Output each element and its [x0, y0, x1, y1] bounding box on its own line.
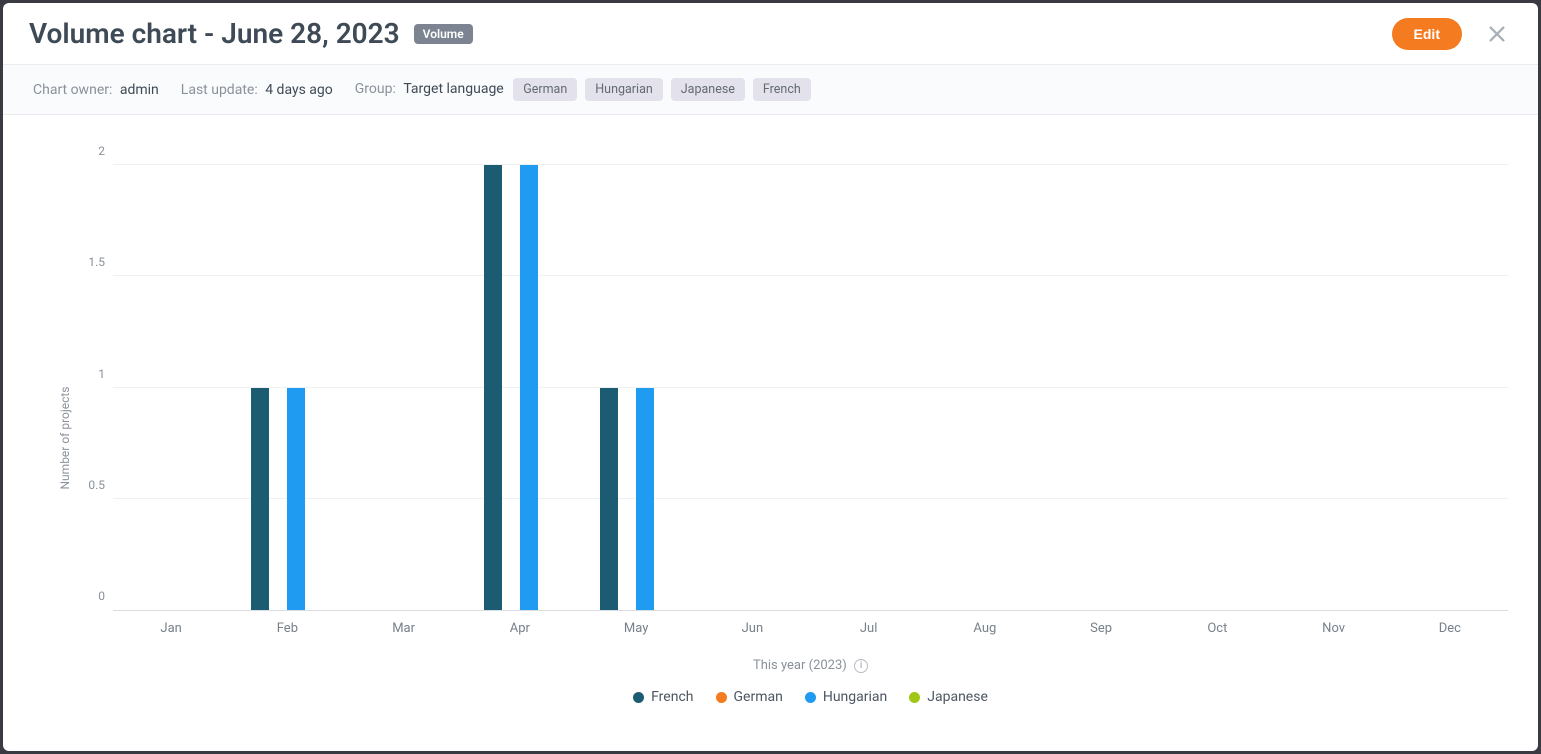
- bar-french[interactable]: [484, 165, 502, 610]
- group-value: Target language: [403, 81, 503, 97]
- y-tick: 0.5: [85, 478, 105, 492]
- bar-hungarian[interactable]: [520, 165, 538, 610]
- chart-title: Volume chart - June 28, 2023: [29, 17, 400, 50]
- y-tick: 1.5: [85, 255, 105, 269]
- bar-french[interactable]: [600, 388, 618, 611]
- y-tick: 2: [85, 144, 105, 158]
- close-icon: [1486, 23, 1508, 45]
- x-tick: Dec: [1439, 621, 1461, 636]
- group-field: Group: Target language German Hungarian Ja…: [355, 78, 811, 101]
- close-button[interactable]: [1482, 19, 1512, 49]
- owner-label: Chart owner:: [33, 82, 112, 98]
- bar-hungarian[interactable]: [636, 388, 654, 611]
- group-tags: German Hungarian Japanese French: [513, 78, 811, 101]
- gridline: [113, 275, 1508, 276]
- x-tick: Jul: [860, 621, 878, 636]
- x-tick: May: [624, 621, 648, 636]
- x-tick: Sep: [1090, 621, 1112, 636]
- y-axis-label: Number of projects: [58, 386, 72, 489]
- chart-legend: French German Hungarian Japanese: [113, 689, 1508, 705]
- legend-item[interactable]: Japanese: [909, 689, 988, 705]
- legend-item[interactable]: Hungarian: [805, 689, 887, 705]
- x-axis-label: This year (2023) i: [113, 658, 1508, 673]
- y-tick: 1: [85, 367, 105, 381]
- bar-hungarian[interactable]: [287, 388, 305, 611]
- y-tick: 0: [85, 589, 105, 603]
- chart-area: Number of projects 00.511.52 JanFebMarAp…: [3, 115, 1538, 751]
- modal-header: Volume chart - June 28, 2023 Volume Edit: [3, 3, 1538, 65]
- legend-item[interactable]: German: [716, 689, 783, 705]
- update-label: Last update:: [181, 82, 258, 98]
- gridline: [113, 498, 1508, 499]
- edit-button[interactable]: Edit: [1392, 18, 1462, 50]
- meta-bar: Chart owner: admin Last update: 4 days a…: [3, 65, 1538, 115]
- x-tick: Feb: [277, 621, 298, 636]
- x-tick: Apr: [510, 621, 530, 636]
- legend-swatch: [716, 692, 727, 703]
- bar-french[interactable]: [251, 388, 269, 611]
- chart-modal: Volume chart - June 28, 2023 Volume Edit…: [3, 3, 1538, 751]
- group-tag[interactable]: Japanese: [671, 78, 745, 101]
- info-icon[interactable]: i: [854, 659, 868, 673]
- legend-label: French: [651, 689, 693, 705]
- group-tag[interactable]: German: [513, 78, 577, 101]
- gridline: [113, 164, 1508, 165]
- owner-field: Chart owner: admin: [33, 82, 159, 98]
- x-axis-ticks: Jan Feb Mar Apr May Jun Jul Aug Sep Oct Nov Dec: [113, 621, 1508, 641]
- x-tick: Mar: [392, 621, 415, 636]
- x-tick: Aug: [973, 621, 996, 636]
- x-tick: Oct: [1207, 621, 1227, 636]
- update-value: 4 days ago: [265, 82, 333, 98]
- group-label: Group:: [355, 81, 396, 97]
- legend-item[interactable]: French: [633, 689, 693, 705]
- x-tick: Jan: [160, 621, 181, 636]
- group-tag[interactable]: French: [753, 78, 811, 101]
- legend-label: Hungarian: [823, 689, 887, 705]
- owner-value: admin: [120, 82, 159, 98]
- volume-badge: Volume: [414, 24, 473, 44]
- legend-swatch: [633, 692, 644, 703]
- legend-swatch: [805, 692, 816, 703]
- update-field: Last update: 4 days ago: [181, 82, 333, 98]
- group-tag[interactable]: Hungarian: [585, 78, 663, 101]
- legend-label: Japanese: [927, 689, 988, 705]
- legend-swatch: [909, 692, 920, 703]
- x-tick: Jun: [742, 621, 764, 636]
- chart-plot: 00.511.52: [113, 165, 1508, 611]
- legend-label: German: [734, 689, 783, 705]
- x-tick: Nov: [1322, 621, 1345, 636]
- gridline: [113, 387, 1508, 388]
